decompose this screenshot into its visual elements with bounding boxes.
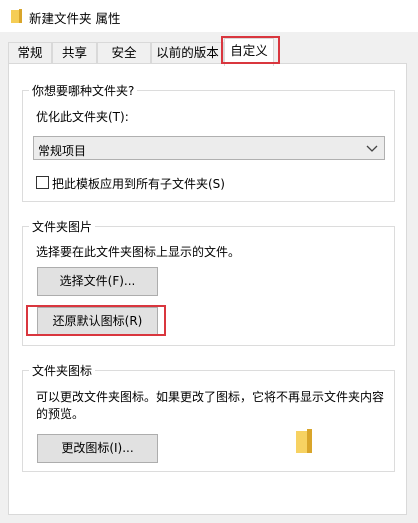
picture-description: 选择要在此文件夹图标上显示的文件。 [36,245,241,259]
restore-default-button[interactable]: 还原默认图标(R) [37,307,158,336]
tab-previous-versions[interactable]: 以前的版本 [151,42,224,64]
folder-picture-group-title: 文件夹图片 [29,218,96,235]
tab-sharing[interactable]: 共享 [52,42,97,64]
optimize-label: 优化此文件夹(T): [36,110,129,124]
tab-general[interactable]: 常规 [8,42,52,64]
choose-file-button[interactable]: 选择文件(F)... [37,267,158,296]
window-title: 新建文件夹 属性 [29,11,121,26]
apply-subfolders-label: 把此模板应用到所有子文件夹(S) [52,177,225,191]
optimize-select[interactable]: 常规项目 [33,136,385,160]
tab-bar: 常规 共享 安全 以前的版本 自定义 [0,32,418,66]
tab-security[interactable]: 安全 [97,42,151,64]
folder-type-group-title: 你想要哪种文件夹? [29,82,138,99]
title-bar: 新建文件夹 属性 [0,0,418,32]
icon-description-line2: 的预览。 [36,407,85,421]
folder-icon-group-title: 文件夹图标 [29,362,96,379]
chevron-down-icon [366,145,378,152]
tab-customize[interactable]: 自定义 [224,38,274,66]
folder-preview-icon [296,429,312,453]
dialog-bottom-area [0,515,418,523]
folder-icon [11,9,22,23]
optimize-select-value: 常规项目 [38,144,87,158]
change-icon-button[interactable]: 更改图标(I)... [37,434,158,463]
apply-subfolders-checkbox[interactable] [36,176,49,189]
icon-description-line1: 可以更改文件夹图标。如果更改了图标，它将不再显示文件夹内容 [36,390,385,404]
